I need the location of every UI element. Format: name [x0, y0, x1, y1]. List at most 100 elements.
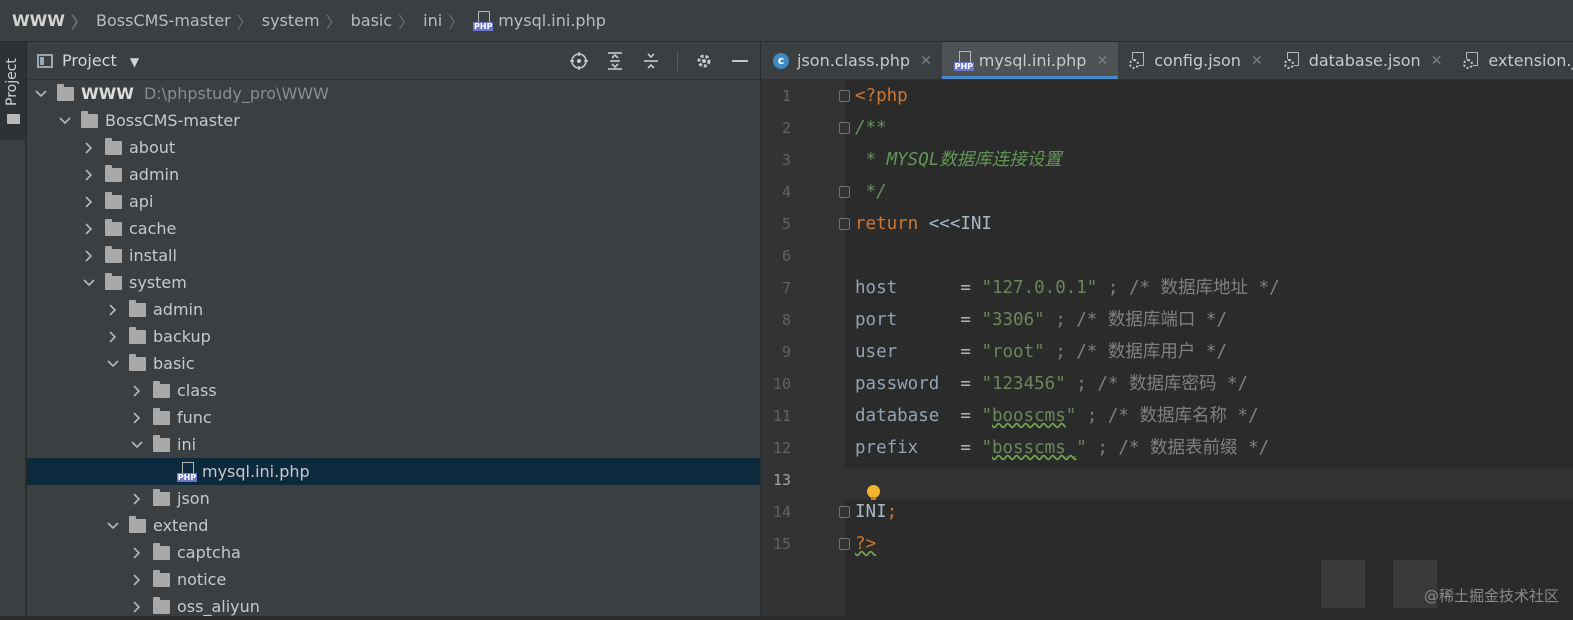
breadcrumb-item-file[interactable]: PHP mysql.ini.php	[473, 10, 606, 31]
close-icon[interactable]: ✕	[920, 53, 932, 69]
collapse-all-icon[interactable]	[641, 51, 661, 71]
fold-marker-icon[interactable]	[839, 90, 850, 102]
tree-folder-item[interactable]: cache	[27, 215, 760, 242]
editor-tab-bar: c json.class.php ✕ PHP mysql.ini.php ✕ c…	[761, 42, 1573, 80]
chevron-right-icon: 〉	[448, 12, 465, 32]
ini-comment: ; /* 数据库地址 */	[1097, 278, 1280, 298]
breadcrumb-label: ini	[423, 11, 443, 30]
chevron-down-icon[interactable]	[107, 520, 119, 532]
tree-path-hint: D:\phpstudy_pro\WWW	[143, 84, 329, 103]
tree-folder-item[interactable]: backup	[27, 323, 760, 350]
heredoc-start: <<<INI	[918, 214, 992, 234]
project-panel: Project ▼ WWW D:\phpstudy_pro\WWW BossCMS-…	[27, 42, 760, 616]
chevron-down-icon[interactable]	[59, 115, 71, 127]
breadcrumb-label: system	[261, 11, 320, 30]
folder-icon	[105, 245, 122, 263]
tree-folder-item[interactable]: captcha	[27, 539, 760, 566]
line-number: 1	[781, 87, 791, 105]
project-tool-tab[interactable]: Project	[0, 42, 26, 140]
chevron-right-icon: 〉	[236, 12, 253, 32]
tree-file-item[interactable]: PHP mysql.ini.php	[27, 458, 760, 485]
tree-item-label: oss_aliyun	[177, 597, 260, 616]
code-area[interactable]: 1 2 3 4 5 6 7 8 9 10 11 12 13 14 15 <?php /** * MYSQL数…	[761, 80, 1573, 616]
line-number: 2	[781, 119, 791, 137]
tab-mysql-ini-php[interactable]: PHP mysql.ini.php ✕	[941, 42, 1119, 79]
close-icon[interactable]: ✕	[1096, 53, 1108, 69]
tree-folder-item[interactable]: admin	[27, 161, 760, 188]
breadcrumb-item-ini[interactable]: ini 〉	[423, 9, 473, 33]
tree-folder-item[interactable]: json	[27, 485, 760, 512]
breadcrumb-item-bosscms[interactable]: BossCMS-master 〉	[96, 9, 262, 33]
chevron-right-icon[interactable]	[83, 141, 95, 154]
tree-folder-item[interactable]: admin	[27, 296, 760, 323]
line-number: 14	[772, 503, 791, 521]
gear-icon[interactable]	[694, 51, 714, 71]
ini-key: database	[855, 406, 961, 426]
chevron-right-icon: 〉	[70, 12, 87, 32]
expand-all-icon[interactable]	[605, 51, 625, 71]
breadcrumb-item-www[interactable]: WWW 〉	[12, 9, 96, 33]
tree-folder-item[interactable]: WWW D:\phpstudy_pro\WWW	[27, 80, 760, 107]
fold-marker-icon[interactable]	[839, 186, 850, 198]
tree-item-label: about	[129, 138, 176, 157]
breadcrumb-label: basic	[350, 11, 393, 30]
chevron-right-icon[interactable]	[131, 600, 143, 613]
tree-folder-item[interactable]: func	[27, 404, 760, 431]
chevron-down-icon[interactable]	[131, 439, 143, 451]
tree-item-label: func	[177, 408, 212, 427]
tree-item-label: system	[129, 273, 187, 292]
chevron-right-icon[interactable]	[131, 573, 143, 586]
chevron-down-icon[interactable]	[107, 358, 119, 370]
fold-marker-icon[interactable]	[839, 122, 850, 134]
tree-item-label: install	[129, 246, 177, 265]
tree-folder-item[interactable]: extend	[27, 512, 760, 539]
chevron-right-icon[interactable]	[83, 222, 95, 235]
operator: =	[960, 278, 982, 298]
tree-folder-item[interactable]: api	[27, 188, 760, 215]
project-panel-actions	[569, 42, 750, 80]
editor: c json.class.php ✕ PHP mysql.ini.php ✕ c…	[761, 42, 1573, 616]
tab-database-json[interactable]: database.json ✕	[1273, 42, 1453, 79]
line-number: 12	[772, 439, 791, 457]
php-open-tag: <?php	[855, 86, 908, 106]
semicolon: ;	[886, 502, 898, 522]
fold-marker-icon[interactable]	[839, 506, 850, 518]
tree-folder-item[interactable]: class	[27, 377, 760, 404]
project-view-dropdown[interactable]: Project ▼	[62, 51, 139, 70]
chevron-right-icon[interactable]	[107, 303, 119, 316]
chevron-right-icon[interactable]	[83, 249, 95, 262]
tab-json-class-php[interactable]: c json.class.php ✕	[761, 42, 942, 79]
chevron-down-icon[interactable]	[83, 277, 95, 289]
tree-folder-item[interactable]: system	[27, 269, 760, 296]
chevron-right-icon[interactable]	[83, 168, 95, 181]
fold-marker-icon[interactable]	[839, 538, 850, 550]
close-icon[interactable]: ✕	[1431, 53, 1443, 69]
tab-config-json[interactable]: config.json ✕	[1118, 42, 1273, 79]
tree-folder-item[interactable]: BossCMS-master	[27, 107, 760, 134]
chevron-right-icon[interactable]	[107, 330, 119, 343]
tab-label: extension.json	[1488, 51, 1573, 70]
chevron-right-icon[interactable]	[131, 384, 143, 397]
minimize-icon[interactable]	[730, 51, 750, 71]
tree-item-label: cache	[129, 219, 177, 238]
breadcrumb-item-basic[interactable]: basic 〉	[351, 9, 424, 33]
chevron-right-icon[interactable]	[131, 546, 143, 559]
tree-folder-item[interactable]: basic	[27, 350, 760, 377]
breadcrumb-item-system[interactable]: system 〉	[262, 9, 351, 33]
code-line-2: /**	[855, 112, 887, 144]
tree-folder-item[interactable]: install	[27, 242, 760, 269]
tree-folder-item[interactable]: ini	[27, 431, 760, 458]
chevron-right-icon[interactable]	[131, 492, 143, 505]
locate-file-icon[interactable]	[569, 51, 589, 71]
config-file-icon	[1129, 51, 1146, 70]
chevron-right-icon[interactable]	[83, 195, 95, 208]
chevron-right-icon[interactable]	[131, 411, 143, 424]
tree-item-label: WWW	[81, 84, 134, 103]
chevron-down-icon[interactable]	[35, 88, 47, 100]
close-icon[interactable]: ✕	[1251, 53, 1263, 69]
tab-extension-json[interactable]: extension.json	[1452, 42, 1573, 79]
folder-icon	[81, 110, 98, 128]
tree-folder-item[interactable]: notice	[27, 566, 760, 593]
fold-marker-icon[interactable]	[839, 218, 850, 230]
tree-folder-item[interactable]: about	[27, 134, 760, 161]
